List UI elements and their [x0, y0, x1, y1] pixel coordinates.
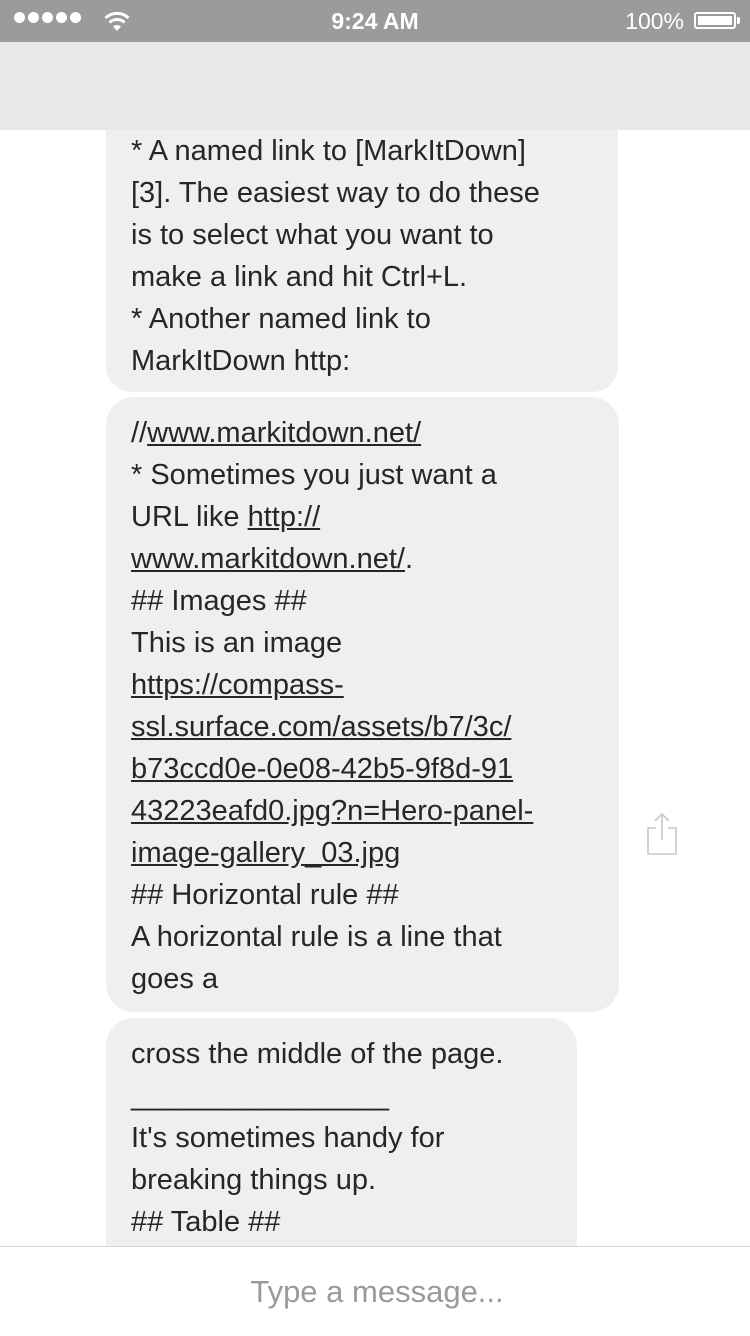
message-line: It's sometimes handy for — [131, 1122, 445, 1154]
message-bubble[interactable]: * A named link to [MarkItDown] [3]. The … — [106, 130, 618, 392]
message-line: ## Horizontal rule ## — [131, 879, 399, 911]
message-text: URL like — [131, 501, 248, 533]
message-line: A horizontal rule is a line that — [131, 921, 502, 953]
message-bubble[interactable]: cross the middle of the page. __________… — [106, 1018, 577, 1246]
message-line: breaking things up. — [131, 1164, 377, 1196]
url-link[interactable]: http:// — [248, 501, 321, 533]
message-text: // — [131, 417, 148, 449]
message-line: is to select what you want to — [131, 219, 494, 251]
image-link[interactable]: https://compass- — [131, 669, 344, 701]
message-line: ## Images ## — [131, 585, 307, 617]
message-line: * A named link to [MarkItDown] — [131, 135, 526, 167]
message-text: . — [405, 543, 414, 575]
message-line: ## Table ## — [131, 1206, 281, 1238]
message-bubble[interactable]: //www.markitdown.net/ * Sometimes you ju… — [106, 397, 619, 1012]
message-line: cross the middle of the page. — [131, 1038, 504, 1070]
message-list[interactable]: * A named link to [MarkItDown] [3]. The … — [0, 130, 750, 1246]
battery-icon — [694, 12, 740, 29]
message-line: This is an image — [131, 627, 343, 659]
image-link[interactable]: 43223eafd0.jpg?n=Hero-panel- — [131, 795, 533, 827]
message-line: * Sometimes you just want a — [131, 459, 497, 491]
message-input[interactable] — [0, 1247, 750, 1336]
message-composer — [0, 1246, 750, 1336]
url-link[interactable]: www.markitdown.net/ — [131, 543, 405, 575]
message-line: goes a — [131, 963, 219, 995]
message-line: [3]. The easiest way to do these — [131, 177, 540, 209]
image-link[interactable]: b73ccd0e-0e08-42b5-9f8d-91 — [131, 753, 513, 785]
navigation-bar — [0, 42, 750, 130]
horizontal-rule-text: ________________ — [131, 1080, 390, 1112]
message-line: MarkItDown http: — [131, 345, 351, 377]
markitdown-link[interactable]: www.markitdown.net/ — [147, 417, 421, 449]
status-bar: 9:24 AM 100% — [0, 0, 750, 42]
battery-percentage: 100% — [625, 8, 684, 34]
image-link[interactable]: ssl.surface.com/assets/b7/3c/ — [131, 711, 511, 743]
message-line: make a link and hit Ctrl+L. — [131, 261, 468, 293]
share-icon[interactable] — [645, 812, 679, 856]
message-line: * Another named link to — [131, 303, 431, 335]
image-link[interactable]: image-gallery_03.jpg — [131, 837, 400, 869]
